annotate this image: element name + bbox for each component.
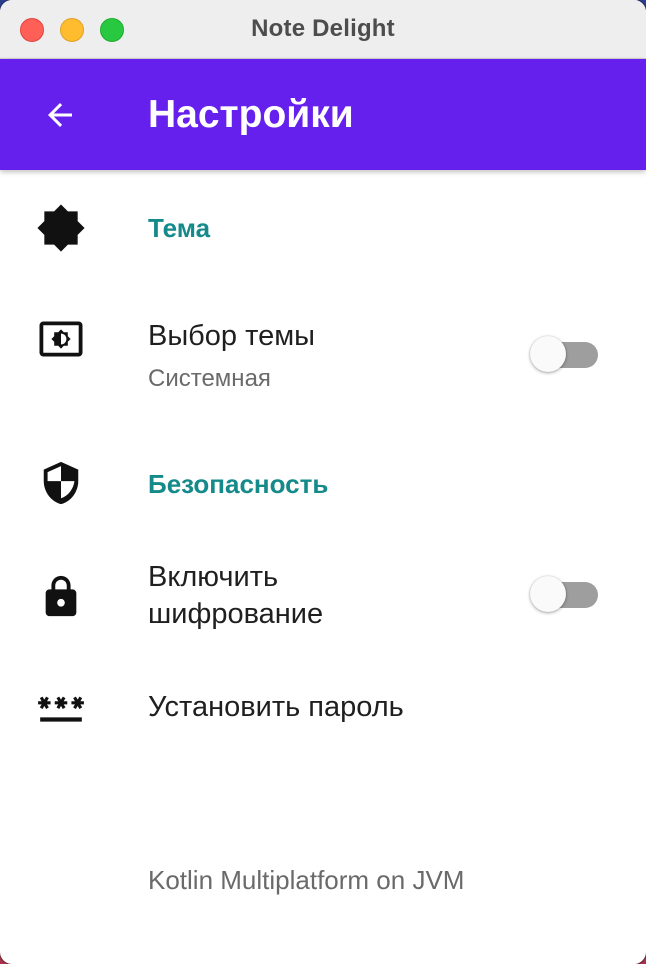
top-app-bar: Настройки <box>0 59 646 170</box>
arrow-back-icon <box>48 103 72 127</box>
security-shield-icon <box>36 458 86 508</box>
brightness-icon <box>36 203 86 253</box>
footer-platform-text: Kotlin Multiplatform on JVM <box>148 865 465 895</box>
switch-thumb <box>530 576 566 612</box>
theme-toggle-icon <box>36 314 86 364</box>
pref-title-theme-select: Выбор темы <box>148 320 315 352</box>
section-title-security: Безопасность <box>148 469 329 499</box>
pref-title-password: Установить пароль <box>148 691 404 723</box>
pref-summary-theme-select: Системная <box>148 365 271 392</box>
section-title-theme: Тема <box>148 213 211 243</box>
theme-switch[interactable] <box>530 334 600 374</box>
app-window: Note Delight Настройки Тема Выбор темы С… <box>0 0 646 964</box>
back-button[interactable] <box>30 87 90 143</box>
page-title: Настройки <box>148 93 354 136</box>
encryption-switch[interactable] <box>530 574 600 614</box>
window-title: Note Delight <box>251 15 395 42</box>
lock-icon <box>36 572 86 622</box>
window-titlebar[interactable]: Note Delight <box>0 0 646 59</box>
password-icon <box>36 682 86 732</box>
switch-thumb <box>530 336 566 372</box>
pref-title-encryption-line2: шифрование <box>148 598 324 630</box>
pref-title-encryption: Включить шифрование <box>148 559 323 633</box>
pref-title-encryption-line1: Включить <box>148 561 279 593</box>
